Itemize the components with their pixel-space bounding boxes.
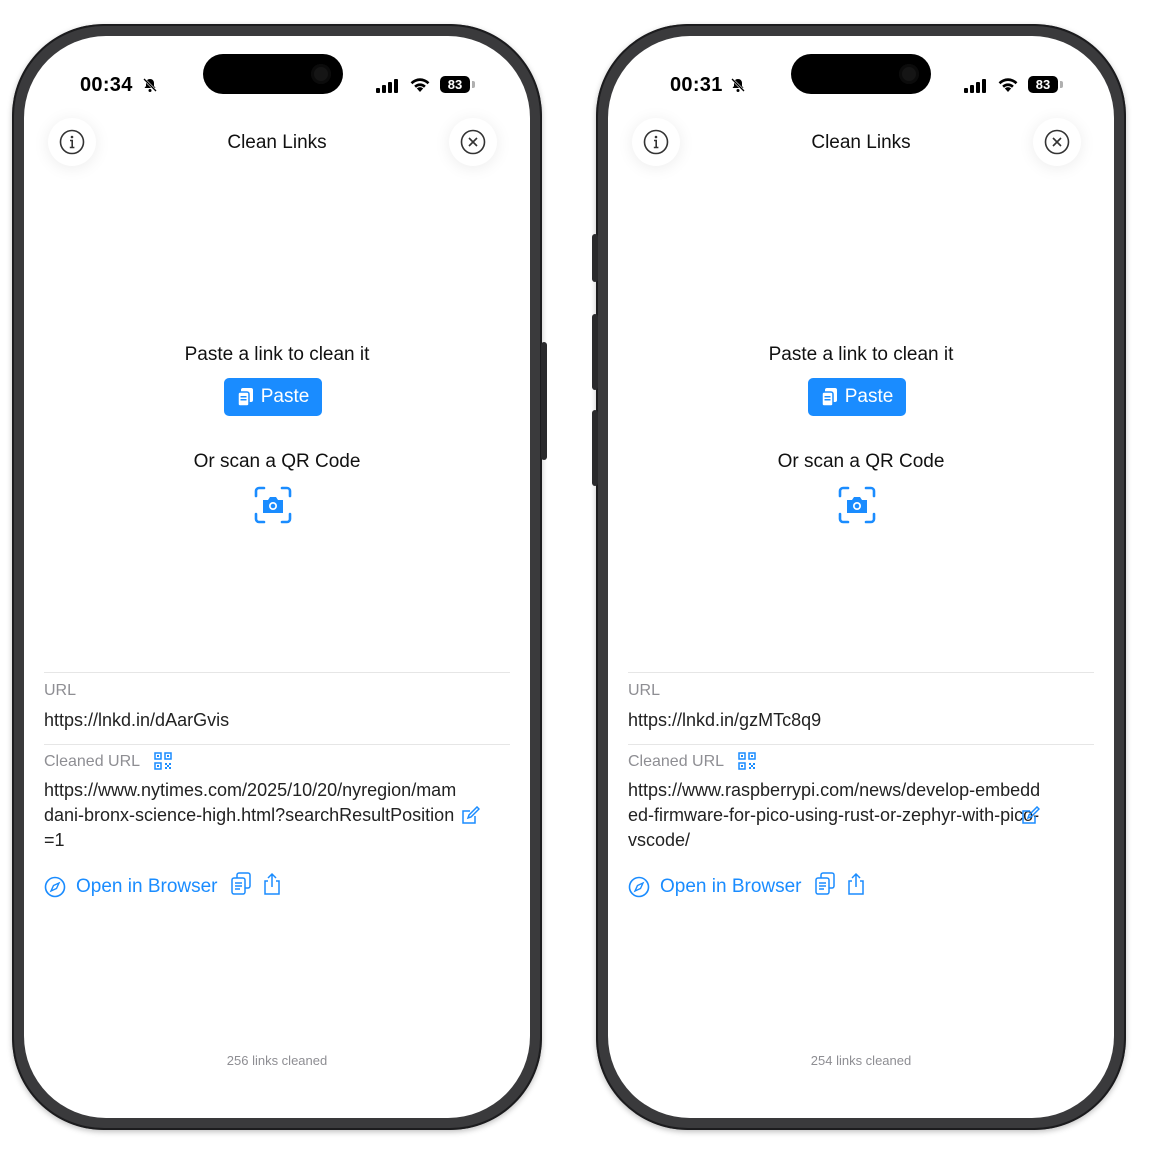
screen: 00:31 83 Clean Links Paste a link to cle… (608, 36, 1114, 1118)
links-cleaned-count: 254 links cleaned (810, 1053, 912, 1068)
close-button[interactable] (1033, 118, 1081, 166)
open-in-browser-label: Open in Browser (76, 875, 218, 897)
compass-icon (628, 876, 650, 897)
battery-icon: 83 (1028, 76, 1063, 93)
wifi-icon (409, 76, 431, 98)
paste-button[interactable]: Paste (224, 378, 322, 416)
url-label: URL (44, 682, 77, 699)
qr-code-icon[interactable] (154, 752, 172, 775)
open-in-browser-label: Open in Browser (660, 875, 802, 897)
copy-icon[interactable] (814, 872, 836, 901)
close-icon (1044, 129, 1070, 155)
close-icon (460, 129, 486, 155)
open-in-browser-button[interactable]: Open in Browser (628, 876, 802, 898)
divider (628, 672, 1094, 673)
paste-button[interactable]: Paste (808, 378, 906, 416)
scan-prompt: Or scan a QR Code (193, 451, 361, 472)
camera-scan-icon (254, 486, 292, 524)
paste-label: Paste (844, 386, 894, 407)
divider (44, 744, 510, 745)
qr-code-icon[interactable] (738, 752, 756, 775)
phone-left: 00:34 83 Clean Links Paste a link to cle… (12, 24, 547, 1130)
cleaned-url-label: Cleaned URL (44, 753, 141, 770)
camera-scan-icon (838, 486, 876, 524)
status-bar: 00:34 83 (24, 54, 530, 100)
scan-prompt: Or scan a QR Code (777, 451, 945, 472)
cleaned-url-label: Cleaned URL (628, 753, 725, 770)
action-row: Open in Browser (628, 872, 866, 901)
clipboard-icon (236, 388, 253, 407)
dynamic-island (203, 54, 343, 94)
divider (44, 672, 510, 673)
screen: 00:34 83 Clean Links Paste a link to cle… (24, 36, 530, 1118)
copy-icon[interactable] (230, 872, 252, 901)
scan-qr-button[interactable] (254, 486, 292, 524)
url-value[interactable]: https://lnkd.in/gzMTc8q9 (628, 710, 821, 731)
links-cleaned-count: 256 links cleaned (226, 1053, 328, 1068)
status-time: 00:31 (670, 74, 723, 96)
signal-icon (964, 79, 988, 98)
cleaned-url-value[interactable]: https://www.raspberrypi.com/news/develop… (628, 778, 1048, 853)
cleaned-url-value[interactable]: https://www.nytimes.com/2025/10/20/nyreg… (44, 778, 464, 853)
bell-slash-icon (142, 77, 158, 98)
wifi-icon (997, 76, 1019, 98)
dynamic-island (791, 54, 931, 94)
action-button (592, 234, 598, 282)
share-icon[interactable] (846, 872, 866, 901)
url-value[interactable]: https://lnkd.in/dAarGvis (44, 710, 229, 731)
share-icon[interactable] (262, 872, 282, 901)
open-in-browser-button[interactable]: Open in Browser (44, 876, 218, 898)
clipboard-icon (820, 388, 837, 407)
phone-right: 00:31 83 Clean Links Paste a link to cle… (592, 24, 1126, 1130)
status-bar: 00:31 83 (608, 54, 1114, 100)
camera-lens-icon (899, 64, 919, 84)
volume-up-button (592, 314, 598, 390)
paste-prompt: Paste a link to clean it (184, 344, 370, 365)
compass-icon (44, 876, 66, 897)
camera-lens-icon (311, 64, 331, 84)
paste-prompt: Paste a link to clean it (768, 344, 954, 365)
volume-down-button (592, 410, 598, 486)
scan-qr-button[interactable] (838, 486, 876, 524)
close-button[interactable] (449, 118, 497, 166)
edit-icon[interactable] (1020, 805, 1041, 831)
bell-slash-icon (730, 77, 746, 98)
power-button (541, 342, 547, 460)
edit-icon[interactable] (460, 805, 481, 831)
status-time: 00:34 (80, 74, 133, 96)
divider (628, 744, 1094, 745)
battery-icon: 83 (440, 76, 475, 93)
paste-label: Paste (260, 386, 310, 407)
url-label: URL (628, 682, 661, 699)
signal-icon (376, 79, 400, 98)
action-row: Open in Browser (44, 872, 282, 901)
